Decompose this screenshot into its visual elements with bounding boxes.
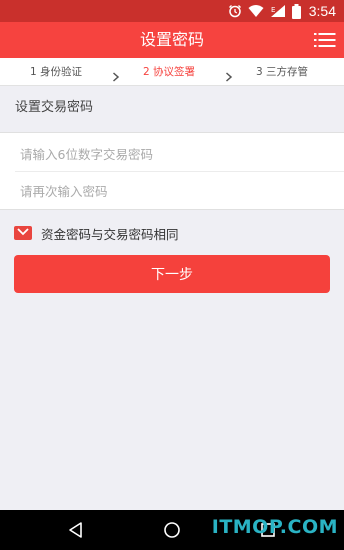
app-header: 设置密码 — [0, 22, 344, 58]
signal-e-icon: E — [270, 4, 286, 18]
confirm-password-input[interactable] — [0, 172, 344, 210]
chevron-right-icon — [112, 67, 120, 82]
step-indicator: 1 身份验证 2 协议签署 3 三方存管 — [0, 58, 344, 86]
list-menu-icon — [314, 33, 336, 47]
step-third-party-custody: 3 三方存管 — [256, 66, 309, 78]
trade-password-input[interactable] — [0, 135, 344, 173]
watermark: ITMOP.COM — [211, 516, 338, 538]
next-step-button[interactable]: 下一步 — [14, 255, 330, 293]
password-form — [0, 132, 344, 210]
checkbox-label: 资金密码与交易密码相同 — [41, 226, 179, 242]
alarm-icon — [228, 4, 242, 18]
svg-text:E: E — [271, 6, 275, 14]
step-agreement-signing: 2 协议签署 — [143, 66, 196, 78]
back-button[interactable] — [64, 518, 88, 542]
page-title: 设置密码 — [139, 30, 204, 49]
chevron-right-icon — [225, 67, 233, 82]
section-title: 设置交易密码 — [15, 100, 94, 115]
status-bar: E 3:54 — [0, 0, 344, 22]
checkbox-checked-icon — [14, 226, 32, 240]
same-password-checkbox[interactable]: 资金密码与交易密码相同 — [14, 222, 179, 244]
status-time: 3:54 — [308, 3, 336, 19]
menu-button[interactable] — [314, 31, 336, 49]
home-button[interactable] — [160, 518, 184, 542]
battery-icon — [291, 3, 301, 19]
wifi-icon — [248, 4, 264, 18]
step-identity-verification: 1 身份验证 — [30, 66, 83, 78]
back-icon — [69, 522, 82, 538]
home-icon — [164, 522, 180, 538]
status-icons: E 3:54 — [228, 0, 336, 22]
